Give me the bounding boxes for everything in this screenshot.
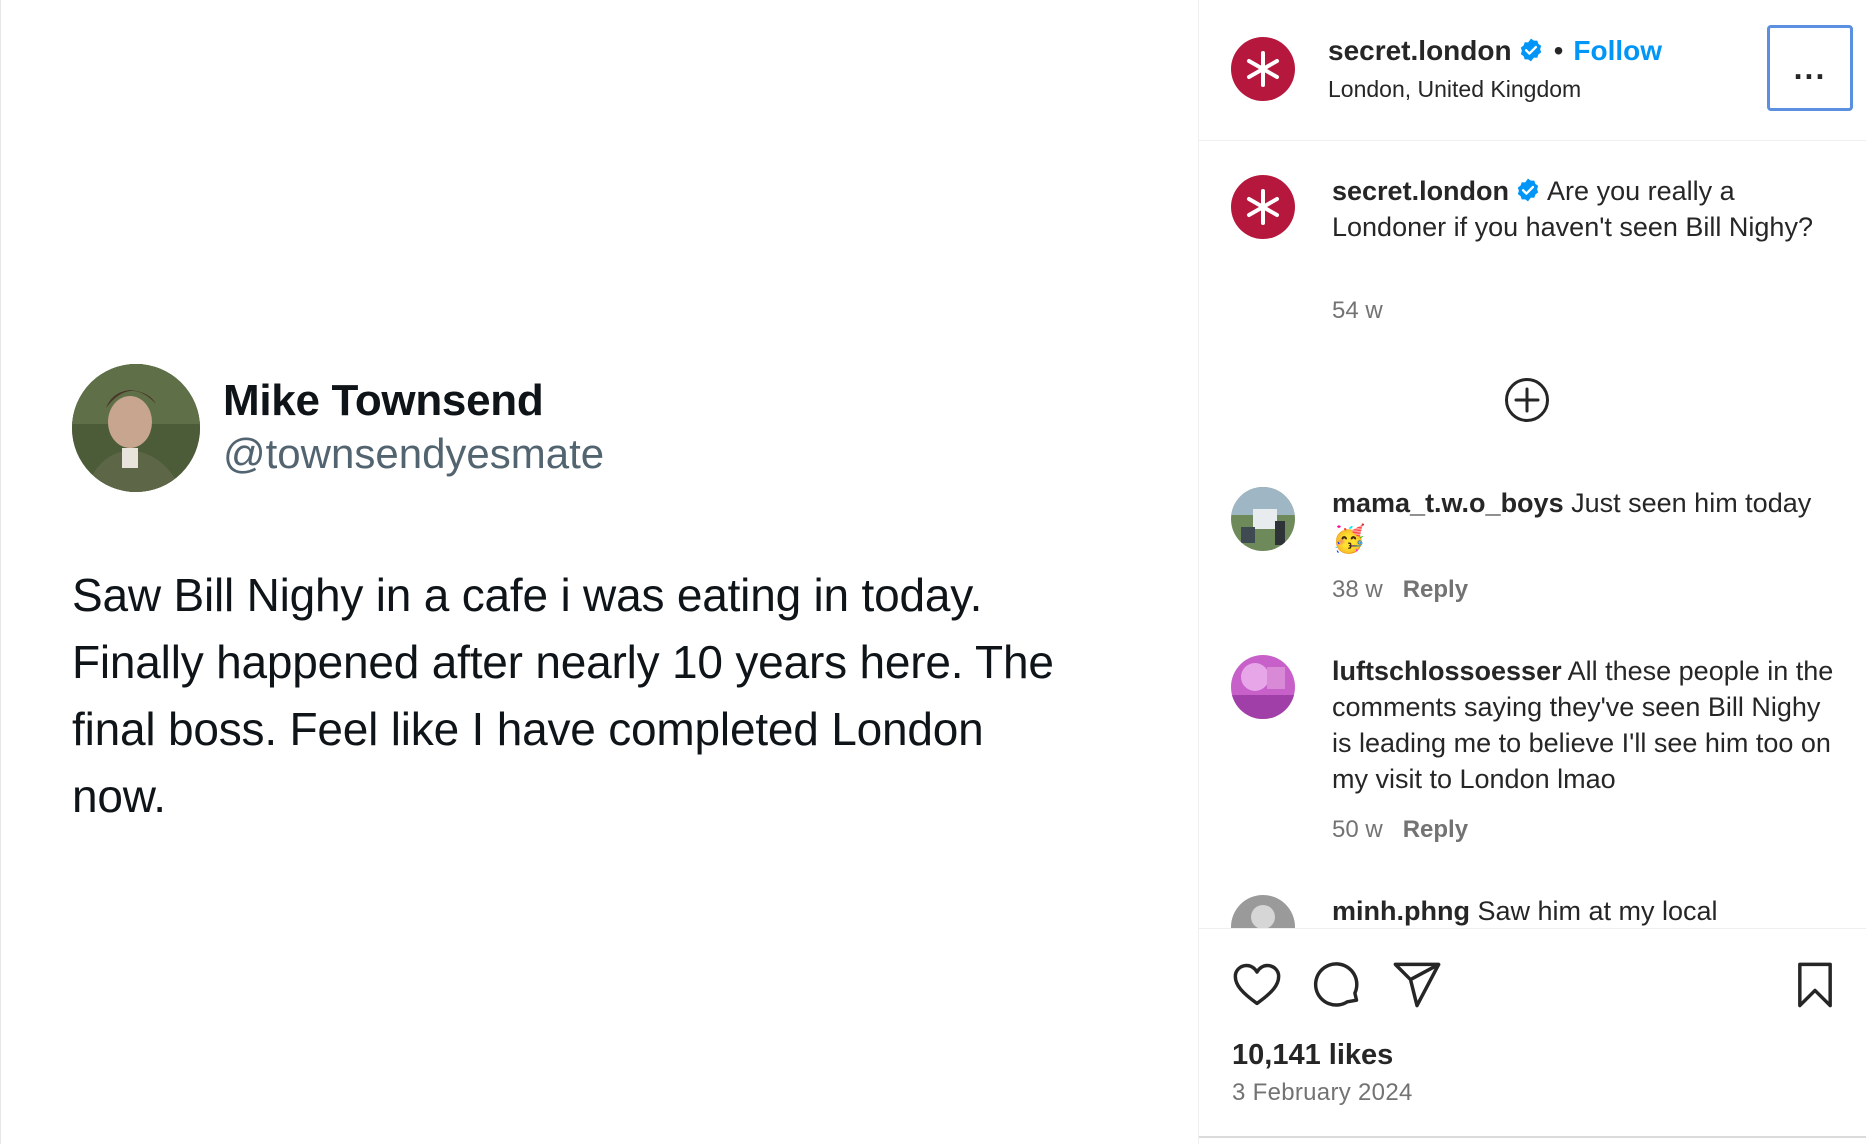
- caption-avatar[interactable]: [1231, 175, 1295, 239]
- share-button[interactable]: [1391, 959, 1443, 1011]
- likes-count[interactable]: 10,141 likes: [1232, 1039, 1393, 1072]
- caption-username[interactable]: secret.london: [1332, 176, 1509, 206]
- header-separator: •: [1553, 35, 1564, 66]
- like-button[interactable]: [1231, 959, 1283, 1011]
- reply-button[interactable]: Reply: [1403, 816, 1468, 843]
- comment-username[interactable]: mama_t.w.o_boys: [1332, 488, 1564, 518]
- post-date[interactable]: 3 February 2024: [1232, 1079, 1413, 1107]
- comments-list[interactable]: secret.london Are you really a Londoner …: [1199, 141, 1866, 928]
- divider: [1199, 1136, 1866, 1138]
- bookmark-icon: [1798, 962, 1832, 1008]
- verified-badge-icon: [1520, 38, 1541, 62]
- post-media: Mike Townsend @townsendyesmate Saw Bill …: [0, 0, 1198, 1144]
- account-avatar[interactable]: [1231, 37, 1295, 101]
- comment-time[interactable]: 50 w: [1332, 816, 1383, 843]
- comment-icon: [1313, 962, 1359, 1007]
- asterisk-logo-icon: [1247, 51, 1279, 87]
- comment-text-block: luftschlossoesser All these people in th…: [1332, 653, 1842, 797]
- commenter-photo-icon: [1231, 487, 1295, 551]
- comment-username[interactable]: luftschlossoesser: [1332, 656, 1562, 686]
- header-username[interactable]: secret.london: [1328, 35, 1512, 66]
- load-more-comments-button[interactable]: [1504, 377, 1550, 423]
- caption-meta: 54 w: [1332, 297, 1383, 325]
- commenter-avatar[interactable]: [1231, 487, 1295, 551]
- post-header: secret.london • Follow London, United King…: [1199, 0, 1866, 141]
- comment-username[interactable]: minh.phng: [1332, 896, 1470, 926]
- tweet-author-handle: @townsendyesmate: [223, 430, 605, 477]
- comment-meta: 38 w Reply: [1332, 576, 1468, 604]
- tweet-text: Saw Bill Nighy in a cafe i was eating in…: [72, 562, 1152, 830]
- comment-meta: 50 w Reply: [1332, 816, 1468, 844]
- avatar-portrait-icon: [72, 364, 200, 492]
- follow-button[interactable]: Follow: [1573, 35, 1662, 66]
- comment-button[interactable]: [1311, 959, 1363, 1011]
- reply-button[interactable]: Reply: [1403, 576, 1468, 603]
- tweet-text-line: Saw Bill Nighy in a cafe i was eating in…: [72, 569, 983, 621]
- caption-time[interactable]: 54 w: [1332, 297, 1383, 324]
- comment-text-block: mama_t.w.o_boys Just seen him today 🥳: [1332, 485, 1842, 557]
- tweet-author-name: Mike Townsend: [223, 376, 544, 425]
- share-icon: [1393, 962, 1441, 1008]
- post-side-panel: secret.london • Follow London, United King…: [1198, 0, 1866, 1144]
- comment-time[interactable]: 38 w: [1332, 576, 1383, 603]
- comment-text: Saw him at my local: [1477, 896, 1718, 926]
- more-options-button[interactable]: ...: [1767, 25, 1853, 111]
- verified-badge-icon: [1517, 178, 1539, 202]
- tweet-text-line: final boss. Feel like I have completed L…: [72, 703, 984, 755]
- commenter-photo-icon: [1231, 655, 1295, 719]
- caption-text-block: secret.london Are you really a Londoner …: [1332, 173, 1842, 245]
- asterisk-logo-icon: [1247, 189, 1279, 225]
- post-actions: 10,141 likes 3 February 2024: [1199, 928, 1866, 1144]
- commenter-avatar[interactable]: [1231, 655, 1295, 719]
- more-options-icon: ...: [1793, 49, 1827, 86]
- tweet-text-line: now.: [72, 770, 166, 822]
- comment-text-block: minh.phng Saw him at my local: [1332, 893, 1842, 928]
- post-location[interactable]: London, United Kingdom: [1328, 76, 1581, 103]
- header-title-row: secret.london • Follow: [1328, 35, 1662, 67]
- commenter-avatar[interactable]: [1231, 895, 1295, 928]
- tweet-author-avatar: [72, 364, 200, 492]
- heart-icon: [1233, 963, 1281, 1006]
- plus-circle-icon: [1505, 378, 1549, 422]
- save-button[interactable]: [1789, 959, 1841, 1011]
- tweet-text-line: Finally happened after nearly 10 years h…: [72, 636, 1054, 688]
- commenter-photo-icon: [1231, 895, 1295, 928]
